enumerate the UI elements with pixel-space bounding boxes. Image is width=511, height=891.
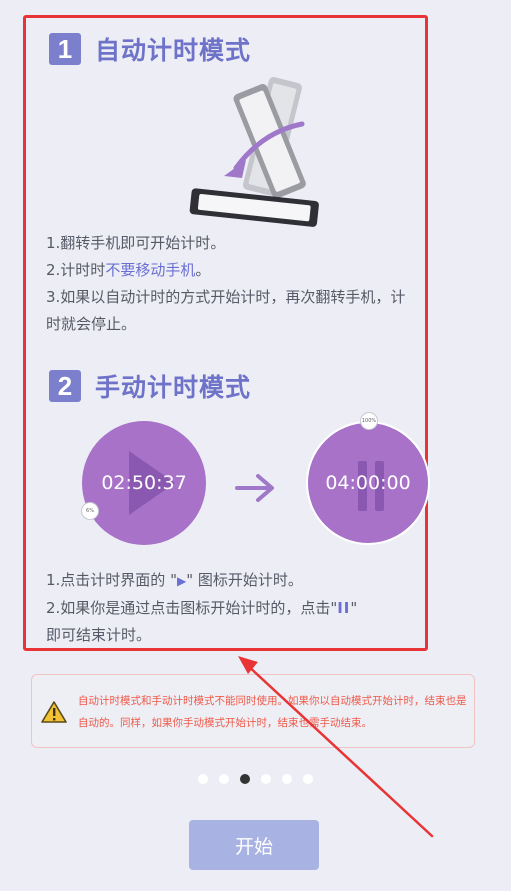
- timer-running-example: 02:50:37: [82, 421, 206, 545]
- manual-instruction-1: 1.点击计时界面的 "▶" 图标开始计时。: [46, 567, 418, 595]
- manual-instruction-2-suffix: ": [350, 599, 358, 617]
- play-inline-icon: ▶: [176, 574, 187, 588]
- auto-instruction-2-prefix: 2.计时时: [46, 261, 106, 279]
- auto-instruction-2-suffix: 。: [195, 261, 211, 279]
- start-button[interactable]: 开始: [189, 820, 319, 870]
- manual-mode-instructions: 1.点击计时界面的 "▶" 图标开始计时。 2.如果你是通过点击图标开始计时的，…: [46, 567, 418, 649]
- page-dot[interactable]: [303, 774, 313, 784]
- auto-instruction-2-highlight: 不要移动手机: [105, 261, 196, 279]
- page-dot[interactable]: [198, 774, 208, 784]
- auto-mode-instructions: 1.翻转手机即可开始计时。 2.计时时不要移动手机。 3.如果以自动计时的方式开…: [46, 230, 418, 338]
- arrow-right-icon: [235, 474, 274, 502]
- page-dot[interactable]: [219, 774, 229, 784]
- section-manual-header: 2 手动计时模式: [49, 368, 251, 404]
- manual-instruction-2: 2.如果你是通过点击图标开始计时的，点击"II": [46, 595, 418, 622]
- page-dot-active[interactable]: [240, 774, 250, 784]
- highlighted-instructions-panel: 1 自动计时模式 1.翻转手机即可开始计时。 2.计时时不要移动手机。 3.如果…: [23, 15, 430, 651]
- warning-icon: [41, 701, 67, 723]
- tutorial-page: 1 自动计时模式 1.翻转手机即可开始计时。 2.计时时不要移动手机。 3.如果…: [0, 0, 511, 891]
- phone-flip-icon: [189, 77, 319, 227]
- manual-instruction-2-prefix: 2.如果你是通过点击图标开始计时的，点击": [46, 599, 338, 617]
- section-number-badge: 1: [49, 33, 81, 65]
- auto-instruction-2: 2.计时时不要移动手机。: [46, 257, 418, 284]
- section-auto-header: 1 自动计时模式: [49, 31, 251, 67]
- section-title: 手动计时模式: [95, 373, 252, 402]
- timer-paused-example: 04:00:00: [306, 421, 430, 545]
- progress-badge: 6%: [81, 502, 99, 520]
- manual-instruction-1-suffix: " 图标开始计时。: [186, 571, 303, 589]
- warning-notice: 自动计时模式和手动计时模式不能同时使用。如果你以自动模式开始计时，结束也是自动的…: [31, 674, 475, 748]
- section-number-badge: 2: [49, 370, 81, 402]
- timer-value: 02:50:37: [101, 472, 187, 494]
- progress-badge: 100%: [360, 412, 378, 430]
- section-title: 自动计时模式: [95, 36, 252, 65]
- manual-instruction-1-prefix: 1.点击计时界面的 ": [46, 571, 177, 589]
- page-dot[interactable]: [282, 774, 292, 784]
- page-indicator: [198, 774, 324, 784]
- warning-text: 自动计时模式和手动计时模式不能同时使用。如果你以自动模式开始计时，结束也是自动的…: [78, 695, 467, 729]
- timer-value: 04:00:00: [325, 472, 411, 494]
- pause-inline-icon: II: [337, 599, 351, 617]
- auto-instruction-3: 3.如果以自动计时的方式开始计时，再次翻转手机，计时就会停止。: [46, 288, 406, 333]
- page-dot[interactable]: [261, 774, 271, 784]
- manual-instruction-3: 即可结束计时。: [46, 626, 152, 644]
- auto-instruction-1: 1.翻转手机即可开始计时。: [46, 234, 226, 252]
